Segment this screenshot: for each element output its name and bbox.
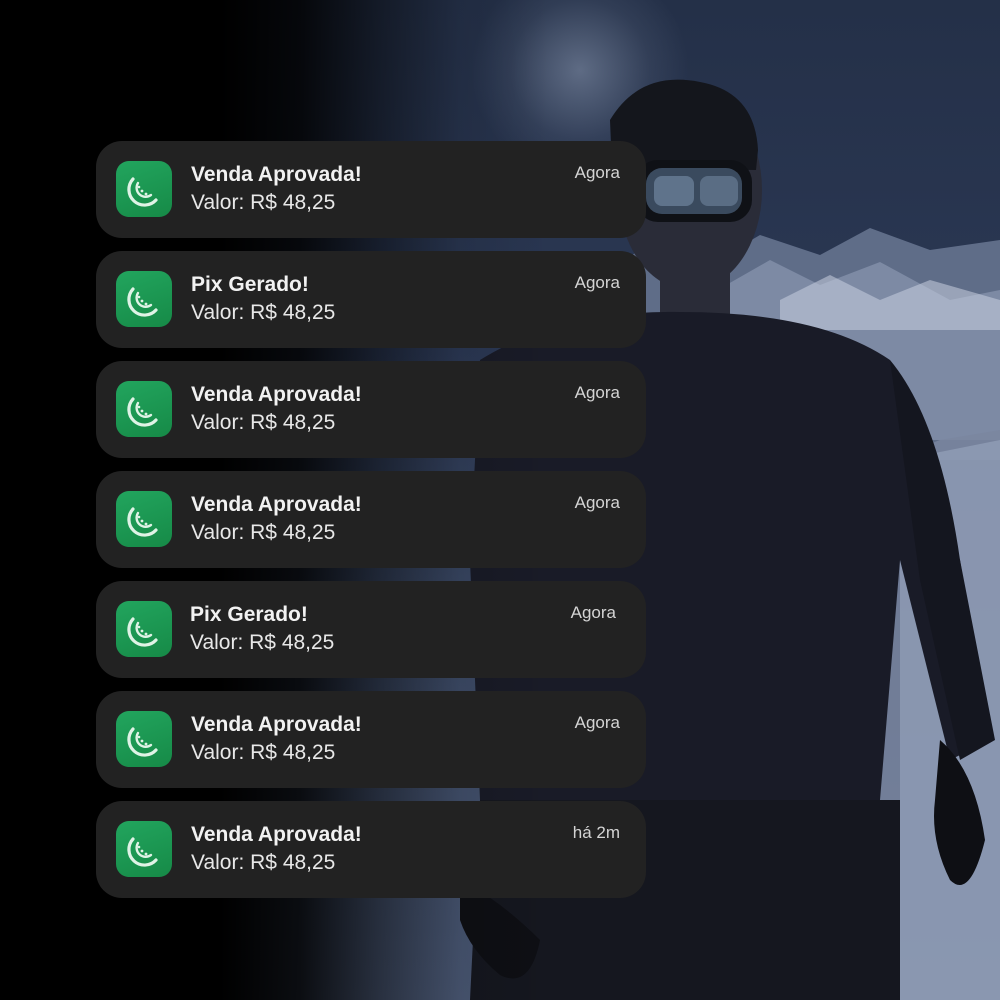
notification-stack: Venda Aprovada! Valor: R$ 48,25 Agora Pi… (96, 141, 646, 898)
notification-amount: Valor: R$ 48,25 (191, 301, 336, 324)
notification-time: Agora (574, 713, 620, 732)
watermelon-slice-icon (116, 711, 172, 767)
notification-card[interactable]: Venda Aprovada! Valor: R$ 48,25 Agora (96, 471, 646, 568)
notification-card[interactable]: Pix Gerado! Valor: R$ 48,25 Agora (96, 581, 646, 678)
notification-title: Venda Aprovada! (191, 163, 362, 186)
notification-time: Agora (570, 603, 616, 622)
notification-title: Venda Aprovada! (191, 383, 362, 406)
notification-time: há 2m (572, 823, 620, 842)
notification-card[interactable]: Pix Gerado! Valor: R$ 48,25 Agora (96, 251, 646, 348)
notification-amount: Valor: R$ 48,25 (191, 851, 336, 874)
notification-amount: Valor: R$ 48,25 (191, 411, 336, 434)
notification-time: Agora (574, 493, 620, 512)
notification-amount: Valor: R$ 48,25 (191, 741, 336, 764)
notification-card[interactable]: Venda Aprovada! Valor: R$ 48,25 Agora (96, 361, 646, 458)
watermelon-slice-icon (116, 821, 172, 877)
notification-amount: Valor: R$ 48,25 (191, 521, 336, 544)
notification-card[interactable]: Venda Aprovada! Valor: R$ 48,25 Agora (96, 691, 646, 788)
notification-title: Venda Aprovada! (191, 713, 362, 736)
watermelon-slice-icon (116, 491, 172, 547)
notification-card[interactable]: Venda Aprovada! Valor: R$ 48,25 Agora (96, 141, 646, 238)
watermelon-slice-icon (116, 601, 172, 657)
notification-time: Agora (574, 383, 620, 402)
notification-amount: Valor: R$ 48,25 (190, 631, 335, 654)
notification-amount: Valor: R$ 48,25 (191, 191, 336, 214)
watermelon-slice-icon (116, 161, 172, 217)
watermelon-slice-icon (116, 381, 172, 437)
watermelon-slice-icon (116, 271, 172, 327)
notification-title: Venda Aprovada! (191, 823, 362, 846)
notification-card[interactable]: Venda Aprovada! Valor: R$ 48,25 há 2m (96, 801, 646, 898)
notification-time: Agora (574, 163, 620, 182)
notification-time: Agora (574, 273, 620, 292)
notification-title: Pix Gerado! (191, 273, 309, 296)
notification-title: Venda Aprovada! (191, 493, 362, 516)
notification-title: Pix Gerado! (190, 603, 308, 626)
